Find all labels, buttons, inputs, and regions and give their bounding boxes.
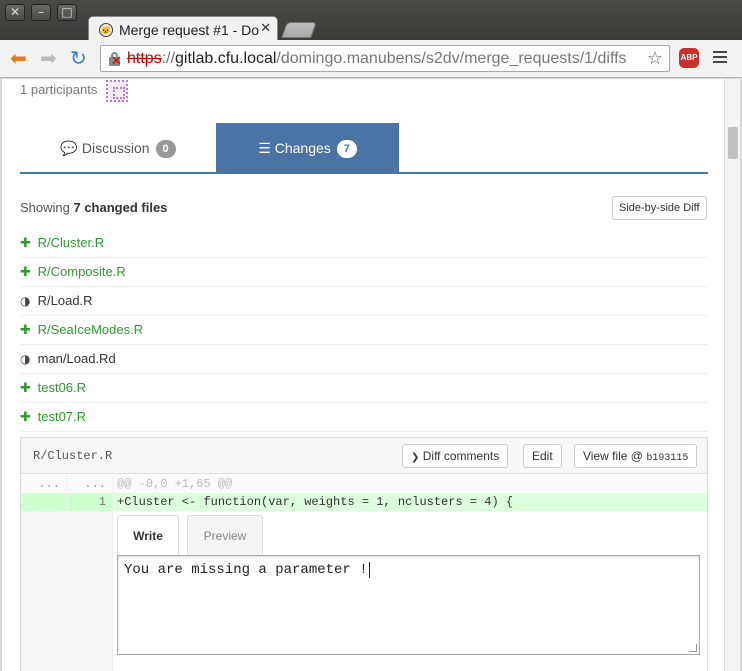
maximize-window-icon[interactable]: □ — [57, 4, 77, 21]
file-added-icon: ✚ — [20, 410, 31, 425]
comment-textarea[interactable]: You are missing a parameter ! — [117, 555, 700, 655]
diff-file-header: R/Cluster.R ❯ Diff comments Edit View fi… — [21, 438, 707, 474]
file-added-icon: ✚ — [20, 323, 31, 338]
file-modified-icon: ◑ — [20, 294, 31, 308]
tab-title: Merge request #1 - Do — [119, 22, 259, 38]
comment-icon: 💬 — [60, 141, 78, 157]
mr-tabs: 💬 Discussion 0 ☰ Changes 7 — [20, 123, 708, 174]
resize-handle[interactable] — [689, 644, 697, 652]
diff-file-block: R/Cluster.R ❯ Diff comments Edit View fi… — [20, 437, 708, 671]
diff-code: +Cluster <- function(var, weights = 1, n… — [117, 495, 514, 509]
text-caret — [368, 562, 370, 578]
changes-count-badge: 7 — [336, 140, 357, 159]
changed-files-list: ✚ R/Cluster.R ✚ R/Composite.R ◑ R/Load.R… — [20, 229, 708, 432]
tab-changes-label: Changes — [274, 140, 331, 156]
back-arrow-icon[interactable]: ⬅ — [10, 48, 27, 68]
diff-body: ... ... @@ -0,0 +1,65 @@ 1 +Cluster <- f… — [21, 475, 707, 671]
changed-files-summary: Showing 7 changed files — [20, 200, 168, 215]
file-link[interactable]: man/Load.Rd — [38, 351, 116, 366]
hamburger-menu-icon[interactable] — [713, 51, 727, 66]
file-item[interactable]: ✚ test07.R — [20, 403, 708, 432]
side-by-side-diff-button[interactable]: Side-by-side Diff — [612, 196, 707, 220]
file-link[interactable]: test06.R — [38, 380, 86, 395]
file-link[interactable]: R/Cluster.R — [38, 235, 104, 250]
file-item[interactable]: ✚ test06.R — [20, 374, 708, 403]
gitlab-favicon-icon: 🐱 — [99, 23, 113, 37]
tab-discussion[interactable]: 💬 Discussion 0 — [20, 123, 216, 173]
file-item[interactable]: ◑ man/Load.Rd — [20, 345, 708, 374]
tab-discussion-label: Discussion — [81, 140, 150, 156]
diff-comments-button[interactable]: ❯ Diff comments — [402, 444, 509, 468]
diff-filename: R/Cluster.R — [33, 449, 113, 463]
new-line-number[interactable]: 1 — [67, 493, 113, 511]
file-added-icon: ✚ — [20, 381, 31, 396]
new-line-number[interactable]: ... — [67, 475, 113, 493]
file-link[interactable]: test07.R — [38, 409, 86, 424]
old-line-number[interactable]: ... — [21, 475, 67, 493]
diff-match-line: ... ... @@ -0,0 +1,65 @@ — [21, 475, 707, 493]
new-tab-button[interactable] — [281, 22, 317, 38]
file-link[interactable]: R/Load.R — [38, 293, 93, 308]
file-link[interactable]: R/Composite.R — [38, 264, 126, 279]
file-item[interactable]: ◑ R/Load.R — [20, 287, 708, 316]
file-link[interactable]: R/SeaIceModes.R — [38, 322, 144, 337]
edit-file-button[interactable]: Edit — [523, 444, 562, 468]
comment-form-row: Write Preview You are missing a paramete… — [21, 511, 707, 671]
insecure-lock-icon[interactable]: ✕ — [107, 51, 123, 68]
scrollbar-thumb[interactable] — [728, 127, 738, 159]
file-modified-icon: ◑ — [20, 352, 31, 366]
minimize-window-icon[interactable]: – — [31, 4, 51, 21]
file-item[interactable]: ✚ R/Composite.R — [20, 258, 708, 287]
file-item[interactable]: ✚ R/Cluster.R — [20, 229, 708, 258]
reload-icon[interactable]: ↻ — [70, 48, 87, 68]
file-item[interactable]: ✚ R/SeaIceModes.R — [20, 316, 708, 345]
diff-code: @@ -0,0 +1,65 @@ — [117, 477, 233, 491]
browser-toolbar: ⬅ ➡ ↻ ✕ https://gitlab.cfu.local/domingo… — [0, 40, 742, 78]
comment-gutter — [21, 511, 113, 671]
discussion-count-badge: 0 — [155, 140, 176, 159]
page-viewport: 1 participants 💬 Discussion 0 ☰ Changes 7 Sh… — [2, 79, 740, 671]
comment-form: Write Preview You are missing a paramete… — [117, 515, 703, 671]
participants-count: 1 participants — [20, 82, 98, 97]
list-icon: ☰ — [258, 141, 271, 157]
url-text: https://gitlab.cfu.local/domingo.manuben… — [127, 50, 627, 67]
title-bar: ✕ – □ 🐱 Merge request #1 - Do ✕ — [0, 0, 742, 42]
tab-write[interactable]: Write — [117, 515, 179, 555]
close-window-icon[interactable]: ✕ — [5, 4, 25, 21]
file-added-icon: ✚ — [20, 236, 31, 251]
bookmark-star-icon[interactable]: ☆ — [647, 48, 663, 69]
vertical-scrollbar[interactable] — [724, 79, 740, 671]
tab-close-icon[interactable]: ✕ — [260, 21, 271, 36]
avatar[interactable] — [106, 80, 128, 102]
address-bar[interactable]: ✕ https://gitlab.cfu.local/domingo.manub… — [100, 45, 670, 72]
chevron-down-icon: ❯ — [411, 452, 420, 463]
tab-preview[interactable]: Preview — [187, 515, 263, 555]
adblock-plus-icon[interactable]: ABP — [679, 48, 699, 68]
file-added-icon: ✚ — [20, 265, 31, 280]
forward-arrow-icon[interactable]: ➡ — [40, 48, 57, 68]
browser-tab[interactable]: 🐱 Merge request #1 - Do ✕ — [88, 16, 278, 42]
tab-changes[interactable]: ☰ Changes 7 — [216, 123, 399, 173]
old-line-number[interactable] — [21, 493, 67, 511]
diff-added-line: 1 +Cluster <- function(var, weights = 1,… — [21, 493, 707, 511]
view-file-button[interactable]: View file @ b193115 — [574, 444, 698, 468]
browser-window: ✕ – □ 🐱 Merge request #1 - Do ✕ ⬅ ➡ ↻ ✕ … — [0, 0, 742, 671]
